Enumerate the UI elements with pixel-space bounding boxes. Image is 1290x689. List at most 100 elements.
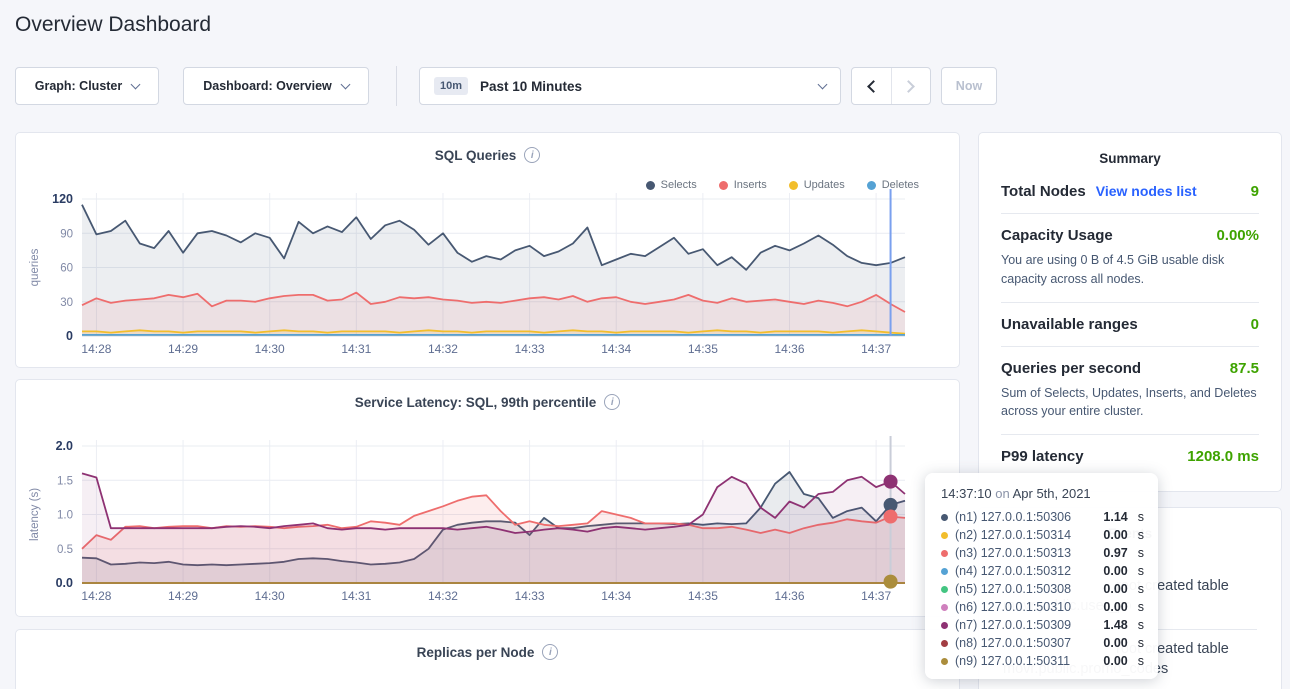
tooltip-node-unit: s xyxy=(1138,528,1144,542)
svg-text:60: 60 xyxy=(60,263,73,275)
summary-row-value: 87.5 xyxy=(1230,360,1259,377)
summary-row-value: 0 xyxy=(1251,316,1259,333)
summary-row-value: 0.00% xyxy=(1216,227,1259,244)
graph-dropdown[interactable]: Graph: Cluster xyxy=(15,67,159,105)
chevron-left-icon xyxy=(867,80,880,93)
node-color-dot xyxy=(941,586,948,593)
tooltip-node-label: (n2) 127.0.0.1:50314 xyxy=(955,528,1071,542)
svg-text:14:31: 14:31 xyxy=(341,589,371,603)
time-step-buttons xyxy=(851,67,931,105)
tooltip-node-label: (n3) 127.0.0.1:50313 xyxy=(955,546,1071,560)
summary-line: P99 latency 1208.0 ms xyxy=(1001,448,1259,465)
controls-divider xyxy=(396,66,397,106)
time-range-dropdown[interactable]: 10m Past 10 Minutes xyxy=(419,67,841,105)
svg-text:14:28: 14:28 xyxy=(81,589,111,603)
svg-text:14:30: 14:30 xyxy=(255,342,285,356)
svg-text:14:37: 14:37 xyxy=(861,589,891,603)
replicas-per-node-title: Replicas per Node xyxy=(417,645,535,660)
tooltip-node-unit: s xyxy=(1138,600,1144,614)
page-title: Overview Dashboard xyxy=(15,13,211,37)
summary-row-label: Capacity Usage xyxy=(1001,227,1113,244)
summary-row-label: Total Nodes xyxy=(1001,183,1086,200)
sql-queries-chart[interactable]: 0306090120queries14:2814:2914:3014:3114:… xyxy=(16,189,959,367)
info-icon[interactable]: i xyxy=(542,644,558,660)
tooltip-node-row: (n5) 127.0.0.1:50308 0.00 s xyxy=(941,580,1144,598)
view-nodes-list-link[interactable]: View nodes list xyxy=(1096,183,1197,199)
info-icon[interactable]: i xyxy=(604,394,620,410)
info-icon[interactable]: i xyxy=(524,147,540,163)
tooltip-node-value: 0.00 xyxy=(1103,600,1127,614)
svg-text:0.0: 0.0 xyxy=(56,576,73,590)
tooltip-node-label: (n9) 127.0.0.1:50311 xyxy=(955,654,1070,668)
tooltip-node-unit: s xyxy=(1138,510,1144,524)
svg-text:14:29: 14:29 xyxy=(168,342,198,356)
svg-text:14:28: 14:28 xyxy=(81,342,111,356)
tooltip-node-row: (n8) 127.0.0.1:503070.00s xyxy=(941,634,1144,652)
sql-queries-title: SQL Queries xyxy=(435,148,517,163)
tooltip-node-value: 1.14 xyxy=(1103,510,1127,524)
svg-text:14:29: 14:29 xyxy=(168,589,198,603)
node-color-dot xyxy=(941,550,948,557)
chevron-down-icon xyxy=(340,79,350,89)
svg-text:14:32: 14:32 xyxy=(428,342,458,356)
service-latency-chart[interactable]: 0.00.51.01.52.0latency (s)14:2814:2914:3… xyxy=(16,436,959,614)
node-color-dot xyxy=(941,514,948,521)
summary-row: Total NodesView nodes list9 xyxy=(1001,170,1259,214)
summary-row-label: P99 latency xyxy=(1001,448,1084,465)
service-latency-panel: Service Latency: SQL, 99th percentile i … xyxy=(15,379,960,617)
svg-text:14:31: 14:31 xyxy=(341,342,371,356)
graph-dropdown-label: Graph: Cluster xyxy=(35,79,123,93)
tooltip-node-unit: s xyxy=(1138,546,1144,560)
now-button[interactable]: Now xyxy=(941,67,997,105)
dashboard-dropdown[interactable]: Dashboard: Overview xyxy=(183,67,369,105)
time-back-button[interactable] xyxy=(852,68,891,104)
node-color-dot xyxy=(941,532,948,539)
tooltip-node-label: (n6) 127.0.0.1:50310 xyxy=(955,600,1071,614)
svg-text:14:33: 14:33 xyxy=(515,342,545,356)
chevron-down-icon xyxy=(131,79,141,89)
summary-row: Queries per second87.5Sum of Selects, Up… xyxy=(1001,347,1259,436)
time-forward-button[interactable] xyxy=(891,68,930,104)
svg-text:14:34: 14:34 xyxy=(601,342,631,356)
tooltip-node-value: 0.97 xyxy=(1103,546,1127,560)
svg-text:120: 120 xyxy=(52,192,73,206)
tooltip-node-value: 1.48 xyxy=(1103,618,1127,632)
svg-text:14:35: 14:35 xyxy=(688,342,718,356)
tooltip-node-label: (n7) 127.0.0.1:50309 xyxy=(955,618,1071,632)
summary-row-label: Unavailable ranges xyxy=(1001,316,1138,333)
svg-text:14:33: 14:33 xyxy=(515,589,545,603)
svg-text:1.5: 1.5 xyxy=(57,475,73,487)
svg-text:queries: queries xyxy=(29,248,41,286)
node-color-dot xyxy=(941,622,948,629)
summary-row-label: Queries per second xyxy=(1001,360,1141,377)
summary-row-description: You are using 0 B of 4.5 GiB usable disk… xyxy=(1001,251,1259,289)
summary-title: Summary xyxy=(979,133,1281,166)
node-color-dot xyxy=(941,604,948,611)
svg-text:14:34: 14:34 xyxy=(601,589,631,603)
summary-row-value: 1208.0 ms xyxy=(1187,448,1259,465)
tooltip-node-value: 0.00 xyxy=(1103,636,1127,650)
tooltip-node-row: (n9) 127.0.0.1:503110.00s xyxy=(941,652,1144,670)
tooltip-node-unit: s xyxy=(1138,582,1144,596)
svg-text:90: 90 xyxy=(60,228,73,240)
summary-row: P99 latency 1208.0 ms xyxy=(1001,435,1259,478)
summary-line: Total NodesView nodes list9 xyxy=(1001,183,1259,200)
tooltip-node-unit: s xyxy=(1138,564,1144,578)
tooltip-node-row: (n3) 127.0.0.1:50313 0.97 s xyxy=(941,544,1144,562)
tooltip-node-row: (n1) 127.0.0.1:50306 1.14 s xyxy=(941,508,1144,526)
service-latency-title: Service Latency: SQL, 99th percentile xyxy=(355,395,597,410)
time-range-badge: 10m xyxy=(434,77,468,95)
summary-row: Capacity Usage 0.00% You are using 0 B of … xyxy=(1001,214,1259,303)
summary-row: Unavailable ranges 0 xyxy=(1001,303,1259,347)
dashboard-dropdown-label: Dashboard: Overview xyxy=(203,79,332,93)
tooltip-node-label: (n1) 127.0.0.1:50306 xyxy=(955,510,1071,524)
node-color-dot xyxy=(941,640,948,647)
svg-text:1.0: 1.0 xyxy=(57,510,73,522)
replicas-per-node-panel: Replicas per Node i xyxy=(15,629,960,689)
tooltip-node-label: (n5) 127.0.0.1:50308 xyxy=(955,582,1071,596)
tooltip-node-value: 0.00 xyxy=(1103,528,1127,542)
tooltip-node-value: 0.00 xyxy=(1103,582,1127,596)
time-range-label: Past 10 Minutes xyxy=(480,79,582,94)
sql-queries-panel: SQL Queries i SelectsInsertsUpdatesDelet… xyxy=(15,132,960,368)
tooltip-node-label: (n4) 127.0.0.1:50312 xyxy=(955,564,1071,578)
